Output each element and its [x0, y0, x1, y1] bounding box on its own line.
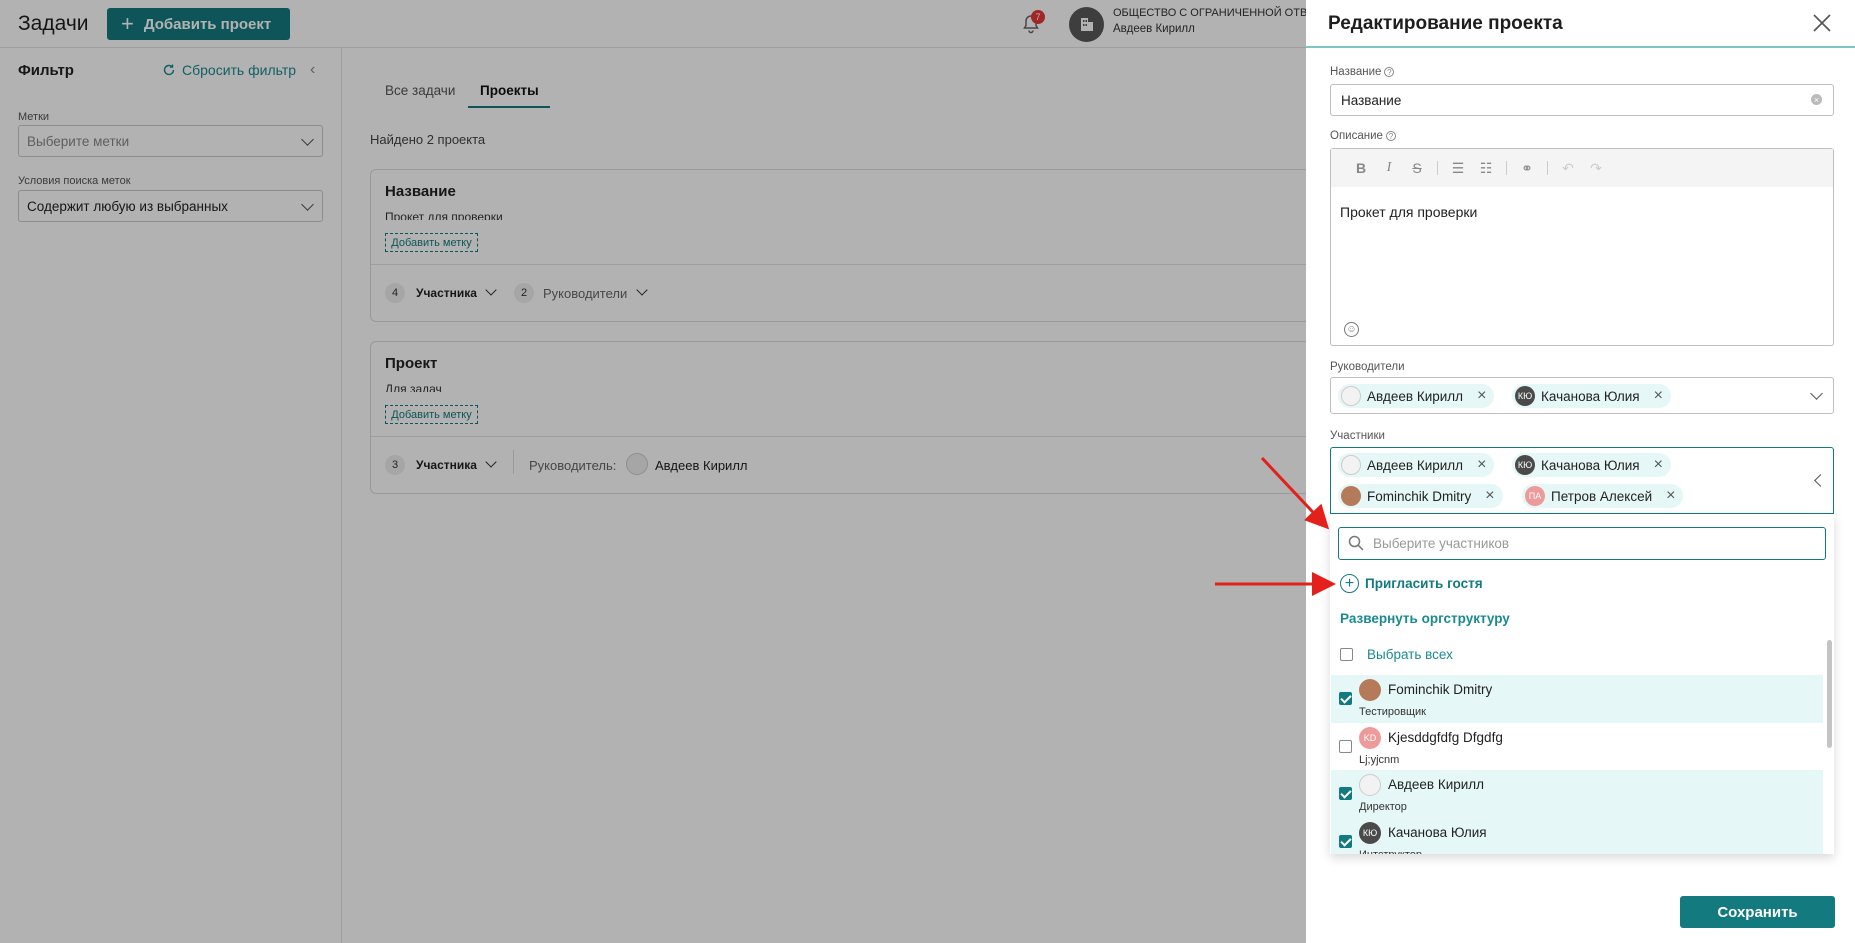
member-option[interactable]: Авдеев Кирилл Директор: [1331, 770, 1823, 818]
member-chip: КЮ Качанова Юлия ×: [1512, 453, 1671, 477]
panel-header-divider: [1306, 46, 1855, 48]
redo-icon[interactable]: ↷: [1582, 160, 1610, 177]
remove-icon[interactable]: ×: [1666, 488, 1675, 504]
avatar: [1359, 774, 1381, 796]
expand-org-structure-link[interactable]: Развернуть оргструктуру: [1340, 611, 1510, 626]
member-option-role: Тестировщик: [1359, 706, 1426, 718]
member-option-role: Lj;yjcnm: [1359, 754, 1400, 766]
description-label-text: Описание: [1330, 130, 1383, 142]
bold-icon[interactable]: B: [1347, 160, 1375, 176]
toolbar-divider: [1437, 161, 1438, 175]
invite-guest-label: Пригласить гостя: [1365, 576, 1483, 591]
remove-icon[interactable]: ×: [1654, 388, 1663, 404]
description-text[interactable]: Прокет для проверки: [1340, 204, 1477, 220]
member-chip: ПА Петров Алексей ×: [1522, 484, 1684, 508]
dropdown-scrollbar[interactable]: [1827, 640, 1832, 748]
member-option-role: Директор: [1359, 801, 1407, 813]
avatar: [1359, 679, 1381, 701]
help-icon[interactable]: ?: [1384, 67, 1395, 77]
remove-icon[interactable]: ×: [1654, 457, 1663, 473]
avatar: KD: [1359, 727, 1381, 749]
member-option-name: Качанова Юлия: [1388, 825, 1487, 840]
member-checkbox[interactable]: [1339, 787, 1352, 800]
members-search-input[interactable]: Выберите участников: [1338, 527, 1826, 560]
name-field-label: Название ?: [1330, 66, 1395, 78]
chip-name: Авдеев Кирилл: [1367, 457, 1464, 473]
panel-title: Редактирование проекта: [1328, 13, 1563, 34]
member-option[interactable]: КЮ Качанова Юлия Интструктор: [1331, 818, 1823, 854]
member-option[interactable]: Fominchik Dmitry Тестировщик: [1331, 675, 1823, 723]
clear-icon[interactable]: ×: [1811, 94, 1822, 105]
member-chip: Fominchik Dmitry ×: [1338, 484, 1503, 508]
member-option-name: Fominchik Dmitry: [1388, 682, 1493, 697]
name-input[interactable]: Название: [1330, 84, 1834, 116]
avatar: [1341, 486, 1361, 506]
chip-name: Авдеев Кирилл: [1367, 388, 1464, 404]
leader-chip: КЮ Качанова Юлия ×: [1512, 384, 1671, 408]
remove-icon[interactable]: ×: [1485, 488, 1494, 504]
undo-icon[interactable]: ↶: [1554, 160, 1582, 177]
close-icon[interactable]: [1810, 11, 1834, 35]
chip-name: Fominchik Dmitry: [1367, 488, 1472, 504]
chip-name: Петров Алексей: [1551, 488, 1653, 504]
member-checkbox[interactable]: [1339, 835, 1352, 848]
leader-chip: Авдеев Кирилл ×: [1338, 384, 1495, 408]
link-icon[interactable]: ⚭: [1513, 160, 1541, 177]
member-checkbox[interactable]: [1339, 692, 1352, 705]
remove-icon[interactable]: ×: [1477, 457, 1486, 473]
member-option-role: Интструктор: [1359, 849, 1422, 854]
plus-circle-icon: +: [1340, 574, 1359, 593]
modal-overlay[interactable]: [0, 0, 1306, 943]
avatar: [1341, 386, 1361, 406]
select-all-label: Выбрать всех: [1367, 647, 1453, 662]
select-all-checkbox[interactable]: [1340, 648, 1353, 661]
numbered-list-icon[interactable]: ☷: [1472, 160, 1500, 177]
member-chip: Авдеев Кирилл ×: [1338, 453, 1495, 477]
select-all-option[interactable]: Выбрать всех: [1340, 647, 1453, 662]
strikethrough-icon[interactable]: S: [1403, 160, 1431, 176]
search-icon: [1348, 535, 1364, 551]
description-field-label: Описание ?: [1330, 130, 1396, 142]
toolbar-divider: [1547, 161, 1548, 175]
italic-icon[interactable]: I: [1375, 160, 1403, 176]
remove-icon[interactable]: ×: [1477, 388, 1486, 404]
avatar: КЮ: [1515, 386, 1535, 406]
member-option-name: Авдеев Кирилл: [1388, 777, 1485, 792]
toolbar-divider: [1506, 161, 1507, 175]
chip-name: Качанова Юлия: [1541, 457, 1640, 473]
bullet-list-icon[interactable]: ☰: [1444, 160, 1472, 177]
invite-guest-button[interactable]: + Пригласить гостя: [1340, 574, 1483, 593]
member-option[interactable]: KD Kjesddgfdfg Dfgdfg Lj;yjcnm: [1331, 723, 1823, 771]
avatar: ПА: [1525, 486, 1545, 506]
help-icon[interactable]: ?: [1385, 131, 1396, 141]
avatar: [1341, 455, 1361, 475]
leaders-field-label: Руководители: [1330, 361, 1405, 373]
name-label-text: Название: [1330, 66, 1382, 78]
save-button[interactable]: Сохранить: [1680, 896, 1835, 928]
member-checkbox[interactable]: [1339, 740, 1352, 753]
members-field-label: Участники: [1330, 430, 1385, 442]
avatar: КЮ: [1515, 455, 1535, 475]
emoji-icon[interactable]: ☺: [1344, 322, 1359, 337]
chip-name: Качанова Юлия: [1541, 388, 1640, 404]
avatar: КЮ: [1359, 822, 1381, 844]
editor-toolbar: B I S ☰ ☷ ⚭ ↶ ↷: [1331, 149, 1833, 187]
member-option-name: Kjesddgfdfg Dfgdfg: [1388, 730, 1503, 745]
